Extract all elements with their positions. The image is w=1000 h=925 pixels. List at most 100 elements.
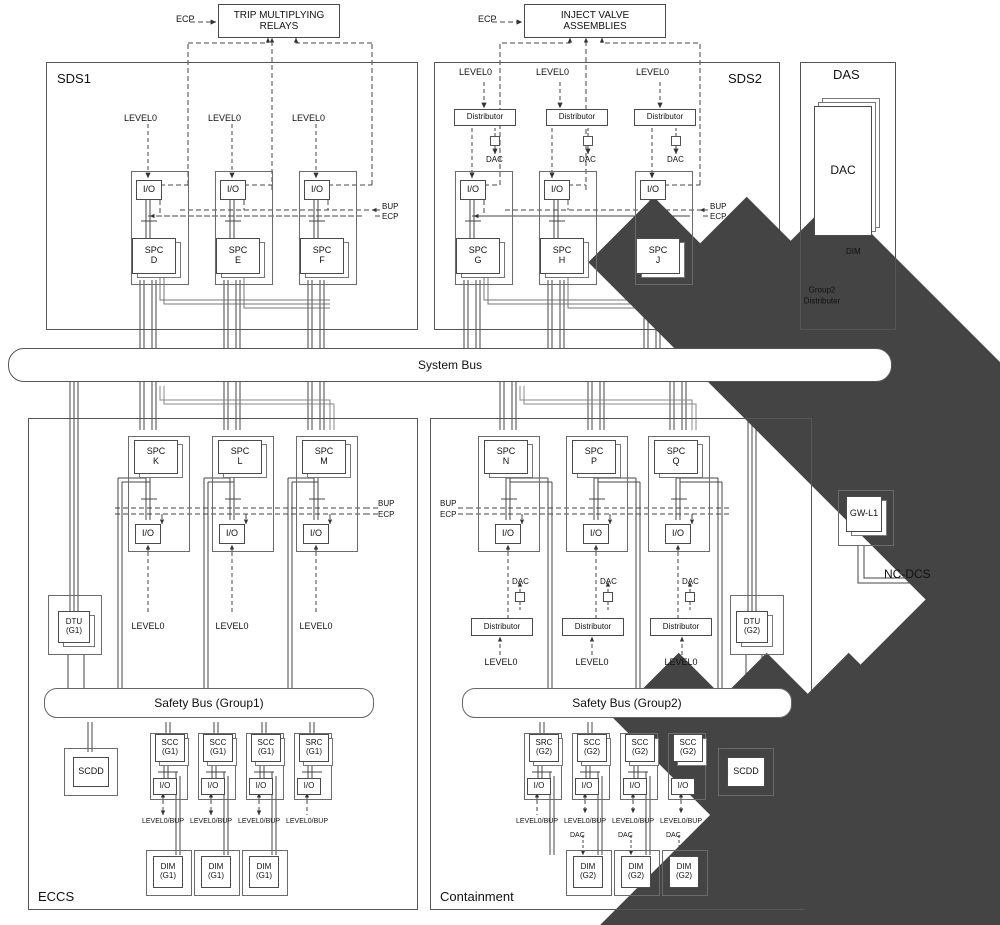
cnt-ch3-distributor: Distributor — [650, 618, 712, 636]
cnt-ch2-spc: SPC P — [572, 440, 616, 474]
cnt-ch2-io: I/O — [583, 524, 609, 544]
eccs-ch1-io: I/O — [135, 524, 161, 544]
trip-relays-line2: RELAYS — [259, 21, 299, 32]
dim-group: (G2) — [580, 871, 596, 880]
cnt-bup-label: BUP — [440, 499, 457, 508]
ctrl-group: (G2) — [632, 747, 648, 756]
das-title: DAS — [833, 67, 860, 82]
sds2-ch3-distributor: Distributor — [634, 109, 696, 126]
dim-group: (G1) — [208, 871, 224, 880]
cnt-ctrl1-box: SRC (G2) — [529, 734, 559, 762]
cnt-dtu-box: DTU (G2) — [736, 611, 768, 643]
cnt-ctrl4-io: I/O — [671, 778, 695, 795]
eccs-ch2-level-label: LEVEL0 — [215, 620, 249, 631]
cnt-ch1-spc: SPC N — [484, 440, 528, 474]
cnt-ctrl2-dac-label: DAC — [570, 832, 585, 839]
eccs-ctrl4-level-label: LEVEL0/BUP — [285, 818, 329, 826]
sds1-ch3-io: I/O — [304, 180, 330, 200]
sds1-ecp-label: ECP — [382, 212, 399, 221]
cnt-ctrl3-dac-label: DAC — [618, 832, 633, 839]
sds2-ch3-spc: SPC J — [636, 238, 680, 274]
eccs-ctrl3-box: SCC (G1) — [251, 734, 281, 762]
dtu-group: (G1) — [66, 626, 82, 635]
eccs-dim2-box: DIM (G1) — [201, 856, 231, 888]
dac-symbol-icon — [685, 592, 1000, 925]
das-dac-box: DAC — [814, 106, 872, 236]
dim-group: (G2) — [628, 871, 644, 880]
cnt-ctrl3-box: SCC (G2) — [625, 734, 655, 762]
cnt-ch3-io: I/O — [665, 524, 691, 544]
cnt-ch1-dac-label: DAC — [512, 577, 529, 586]
sds1-ch2-spc: SPC E — [216, 238, 260, 274]
cnt-scdd-box: SCDD — [727, 757, 765, 787]
sds2-ch1-dac-label: DAC — [486, 155, 503, 164]
cnt-ch2-dac-label: DAC — [600, 577, 617, 586]
eccs-ch2-spc: SPC L — [218, 440, 262, 474]
eccs-ch3-io: I/O — [303, 524, 329, 544]
cnt-ch2-level-label: LEVEL0 — [575, 656, 609, 667]
dac-symbol-icon — [490, 136, 1000, 925]
cnt-dim1-box: DIM (G2) — [573, 856, 603, 888]
eccs-bup-label: BUP — [378, 499, 395, 508]
cnt-ctrl4-dac-label: DAC — [666, 832, 681, 839]
sds2-ch1-distributor: Distributor — [454, 109, 516, 126]
cnt-ch3-dac-label: DAC — [682, 577, 699, 586]
ecp-label-sds2: ECP — [478, 14, 497, 24]
dim-group: (G1) — [256, 871, 272, 880]
eccs-title: ECCS — [38, 889, 75, 904]
sds2-ch1-spc: SPC G — [456, 238, 500, 274]
eccs-ctrl1-io: I/O — [153, 778, 177, 795]
sds2-ch3-level-label: LEVEL0 — [636, 67, 670, 77]
spc-id: G — [474, 255, 482, 265]
eccs-scdd-box: SCDD — [73, 757, 109, 787]
cnt-ch1-io: I/O — [495, 524, 521, 544]
cnt-ctrl4-box: SCC (G2) — [673, 734, 703, 762]
cnt-ch1-distributor: Distributor — [471, 618, 533, 636]
ctrl-group: (G2) — [536, 747, 552, 756]
ctrl-group: (G2) — [680, 747, 696, 756]
spc-id: E — [234, 255, 241, 265]
spc-id: P — [590, 456, 597, 466]
das-dim-label: DIM — [846, 247, 861, 256]
dac-symbol-icon — [671, 136, 1000, 925]
eccs-ctrl3-level-label: LEVEL0/BUP — [237, 818, 281, 826]
sds2-title: SDS2 — [728, 71, 762, 86]
ctrl-group: (G1) — [210, 747, 226, 756]
eccs-dtu-box: DTU (G1) — [58, 611, 90, 643]
eccs-ctrl1-level-label: LEVEL0/BUP — [141, 818, 185, 826]
ecp-label-sds1: ECP — [176, 14, 195, 24]
spc-id: Q — [672, 456, 680, 466]
cnt-ch3-spc: SPC Q — [654, 440, 698, 474]
dac-symbol-icon — [583, 136, 1000, 925]
dim-group: (G1) — [160, 871, 176, 880]
dim-group: (G2) — [676, 871, 692, 880]
eccs-ctrl2-box: SCC (G1) — [203, 734, 233, 762]
cnt-ctrl4-level-label: LEVEL0/BUP — [659, 818, 703, 826]
sds2-ch2-spc: SPC H — [540, 238, 584, 274]
ctrl-group: (G2) — [584, 747, 600, 756]
sds2-ch1-level-label: LEVEL0 — [459, 67, 493, 77]
containment-title: Containment — [440, 889, 514, 904]
sds1-ch1-spc: SPC D — [132, 238, 176, 274]
sds1-title: SDS1 — [57, 71, 91, 86]
eccs-ctrl1-box: SCC (G1) — [155, 734, 185, 762]
spc-id: F — [319, 255, 325, 265]
das-group2-line2: Distributer — [803, 296, 841, 306]
trip-relays-line1: TRIP MULTIPLYING — [233, 10, 325, 21]
cnt-ch2-distributor: Distributor — [562, 618, 624, 636]
sds2-ecp-label: ECP — [710, 212, 727, 221]
cnt-dim2-box: DIM (G2) — [621, 856, 651, 888]
cnt-ch3-level-label: LEVEL0 — [664, 656, 698, 667]
eccs-ctrl4-box: SRC (G1) — [299, 734, 329, 762]
cnt-ctrl2-box: SCC (G2) — [577, 734, 607, 762]
spc-id: N — [502, 456, 510, 466]
inject-valve-line2: ASSEMBLIES — [563, 21, 627, 32]
trip-multiplying-relays-box: TRIP MULTIPLYING RELAYS — [218, 4, 340, 38]
sds1-ch1-level-label: LEVEL0 — [124, 113, 158, 123]
sds2-ch2-level-label: LEVEL0 — [536, 67, 570, 77]
sds1-bup-label: BUP — [382, 202, 399, 211]
spc-id: J — [655, 255, 661, 265]
sds2-ch2-io: I/O — [544, 180, 570, 200]
sds2-bup-label: BUP — [710, 202, 727, 211]
eccs-ch1-spc: SPC K — [134, 440, 178, 474]
